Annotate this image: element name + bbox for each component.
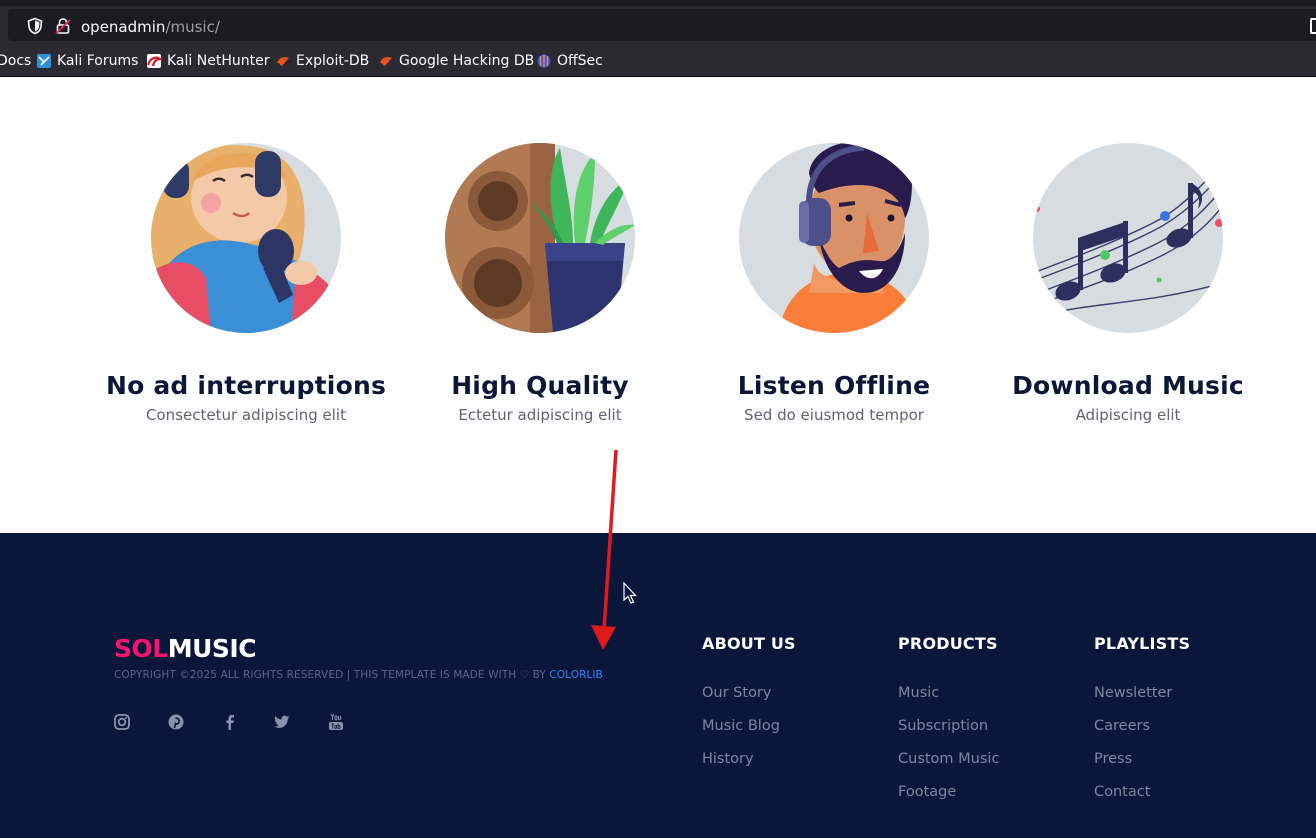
footer-link[interactable]: Custom Music xyxy=(898,751,999,784)
features-section: No ad interruptions Consectetur adipisci… xyxy=(0,77,1316,533)
footer-column-heading: ABOUT US xyxy=(702,634,796,653)
bookmark-google-hacking-db[interactable]: Google Hacking DB xyxy=(378,52,534,70)
singer-illustration xyxy=(151,143,341,333)
site-footer: SOLMUSIC COPYRIGHT ©2025 ALL RIGHTS RESE… xyxy=(0,533,1316,838)
feature-title: Download Music xyxy=(1012,371,1244,400)
offsec-icon xyxy=(537,54,551,68)
bookmark-kali-forums[interactable]: Kali Forums xyxy=(36,52,138,70)
footer-link[interactable]: Music xyxy=(898,685,999,718)
tracking-protection-shield-icon[interactable] xyxy=(26,17,44,35)
logo-sol: SOL xyxy=(114,634,168,663)
footer-column-playlists: PLAYLISTS Newsletter Careers Press Conta… xyxy=(1094,634,1190,817)
footer-link[interactable]: Our Story xyxy=(702,685,796,718)
bookmarks-toolbar: Docs Kali Forums Kali NetHunter Exploit-… xyxy=(0,44,1316,77)
bookmark-label: Exploit-DB xyxy=(296,53,370,69)
feature-subtitle: Sed do eiusmod tempor xyxy=(744,406,924,424)
footer-column-about-us: ABOUT US Our Story Music Blog History xyxy=(702,634,796,784)
navigation-toolbar: openadmin/music/ xyxy=(0,6,1316,44)
url-path: /music/ xyxy=(165,18,220,36)
feature-title: Listen Offline xyxy=(737,371,931,400)
kali-nethunter-icon xyxy=(146,54,162,68)
bookmark-docs[interactable]: Docs xyxy=(0,52,31,70)
music-notes-illustration xyxy=(1033,143,1223,333)
kali-forums-icon xyxy=(37,54,51,68)
insecure-lock-icon[interactable] xyxy=(55,17,71,35)
feature-subtitle: Adipiscing elit xyxy=(1075,406,1181,424)
footer-link[interactable]: Footage xyxy=(898,784,999,817)
feature-item: Listen Offline Sed do eiusmod tempor xyxy=(684,143,984,424)
feature-title: No ad interruptions xyxy=(105,371,387,400)
instagram-icon[interactable] xyxy=(113,713,131,731)
headphones-man-illustration xyxy=(739,143,929,333)
bookmark-label: Docs xyxy=(0,53,32,69)
feature-title: High Quality xyxy=(451,371,629,400)
footer-column-heading: PRODUCTS xyxy=(898,634,998,653)
footer-link[interactable]: Subscription xyxy=(898,718,999,751)
sidebar-toggle-icon[interactable] xyxy=(1310,18,1316,34)
footer-column-heading: PLAYLISTS xyxy=(1094,634,1191,653)
bookmark-offsec[interactable]: OffSec xyxy=(536,52,603,70)
facebook-icon[interactable] xyxy=(221,713,239,731)
exploit-db-icon xyxy=(277,57,289,66)
footer-link[interactable]: History xyxy=(702,751,796,784)
footer-link[interactable]: Careers xyxy=(1094,718,1190,751)
feature-item: High Quality Ectetur adipiscing elit xyxy=(390,143,690,424)
twitter-icon[interactable] xyxy=(273,713,291,731)
pinterest-icon[interactable] xyxy=(167,713,185,731)
bookmark-label: Kali Forums xyxy=(57,53,139,69)
footer-link[interactable]: Music Blog xyxy=(702,718,796,751)
colorlib-link[interactable]: COLORLIB xyxy=(549,669,603,681)
footer-link[interactable]: Contact xyxy=(1094,784,1190,817)
youtube-icon[interactable] xyxy=(327,713,345,731)
footer-link[interactable]: Newsletter xyxy=(1094,685,1190,718)
footer-column-products: PRODUCTS Music Subscription Custom Music… xyxy=(898,634,999,817)
feature-subtitle: Ectetur adipiscing elit xyxy=(458,406,622,424)
bookmark-label: Kali NetHunter xyxy=(167,53,270,69)
footer-link[interactable]: Press xyxy=(1094,751,1190,784)
bookmark-label: Google Hacking DB xyxy=(399,53,535,69)
site-logo[interactable]: SOLMUSIC xyxy=(114,634,257,663)
url-text: openadmin/music/ xyxy=(81,18,220,36)
copyright-text: COPYRIGHT ©2025 ALL RIGHTS RESERVED | TH… xyxy=(114,669,603,681)
bookmark-label: OffSec xyxy=(557,53,603,69)
feature-item: No ad interruptions Consectetur adipisci… xyxy=(96,143,396,424)
copyright-label: COPYRIGHT ©2025 ALL RIGHTS RESERVED | TH… xyxy=(114,669,550,681)
logo-music: MUSIC xyxy=(167,634,257,663)
bookmark-kali-nethunter[interactable]: Kali NetHunter xyxy=(146,52,269,70)
google-hacking-db-icon xyxy=(380,57,392,66)
url-host: openadmin xyxy=(81,18,166,36)
address-bar[interactable]: openadmin/music/ xyxy=(8,9,1316,41)
bookmark-exploit-db[interactable]: Exploit-DB xyxy=(275,52,369,70)
feature-item: Download Music Adipiscing elit xyxy=(978,143,1278,424)
feature-subtitle: Consectetur adipiscing elit xyxy=(146,406,346,424)
speaker-plant-illustration xyxy=(445,143,635,333)
